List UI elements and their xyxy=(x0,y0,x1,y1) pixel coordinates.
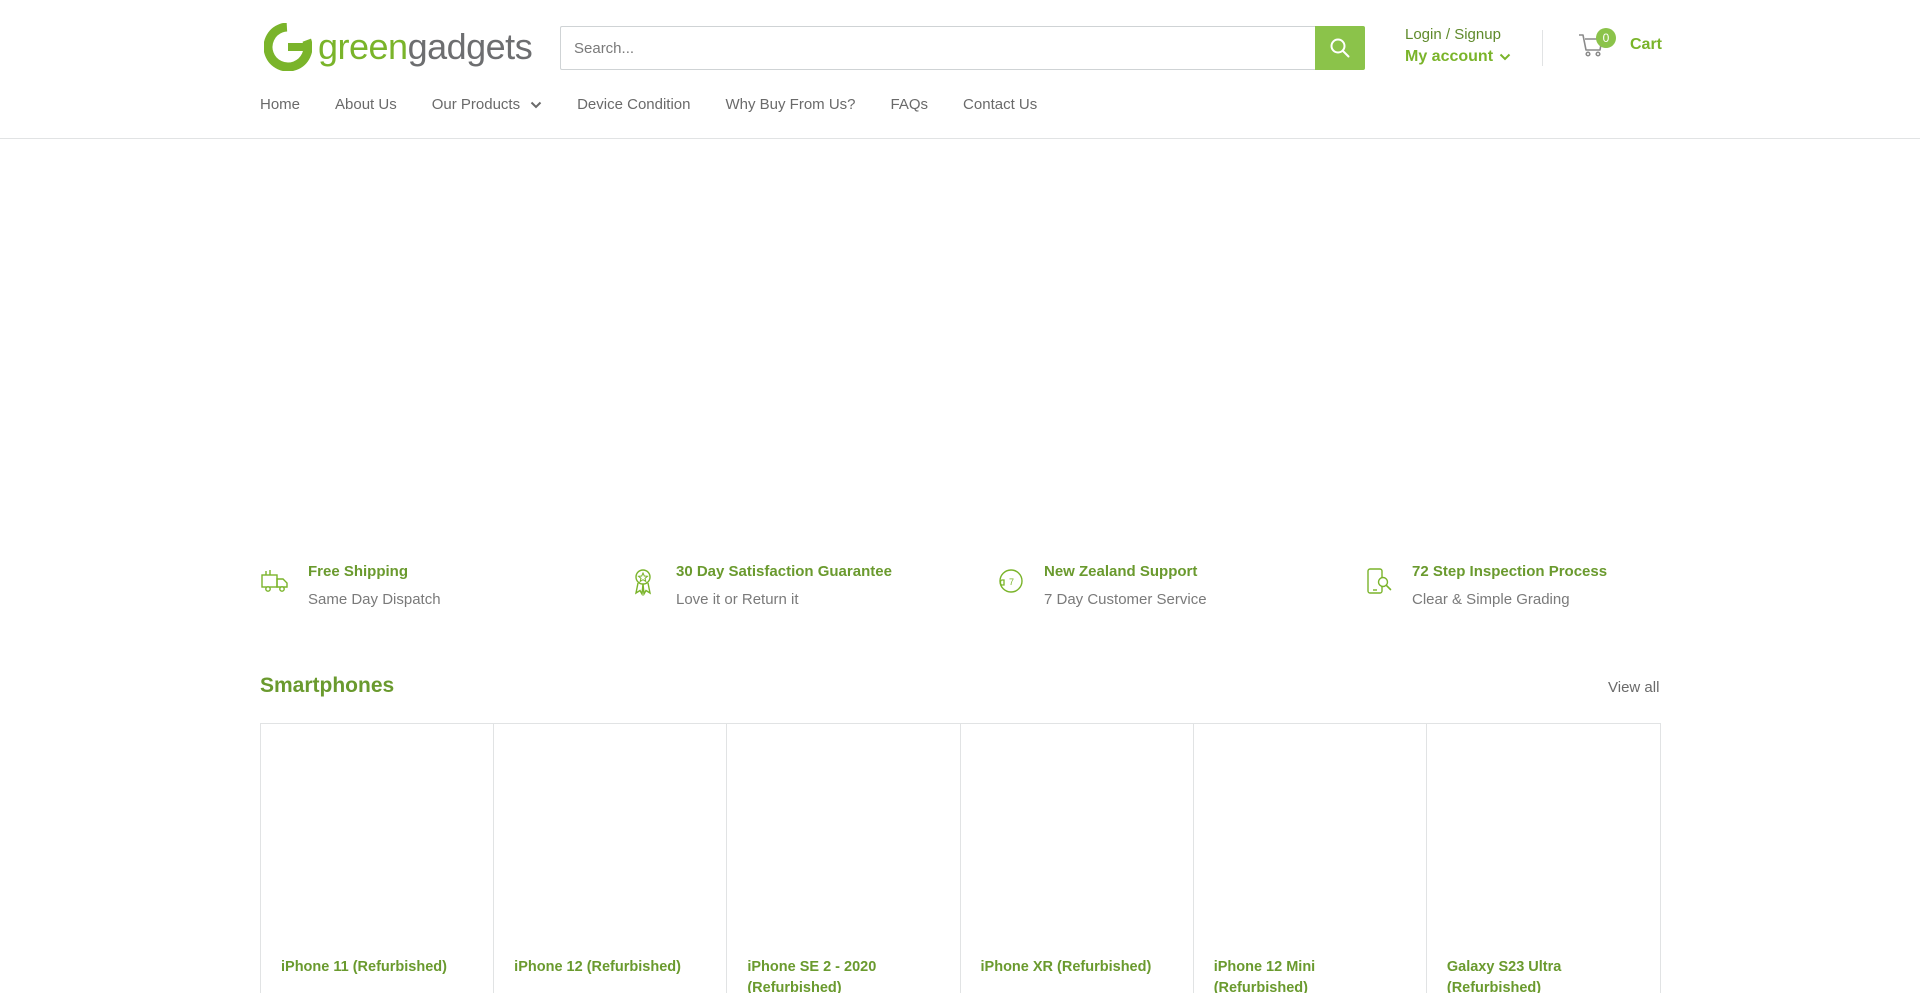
cart-link[interactable]: 0 Cart xyxy=(1578,28,1663,58)
account-menu: Login / Signup My account xyxy=(1405,26,1511,66)
product-card[interactable]: iPhone 12 Mini (Refurbished) xyxy=(1194,724,1427,993)
nav-item-why-buy[interactable]: Why Buy From Us? xyxy=(726,96,856,113)
feature-subtitle: Clear & Simple Grading xyxy=(1412,591,1570,608)
feature-subtitle: Love it or Return it xyxy=(676,591,799,608)
logo-text-green: green xyxy=(318,26,408,67)
product-card[interactable]: iPhone SE 2 - 2020 (Refurbished) xyxy=(727,724,961,993)
feature-title: Free Shipping xyxy=(308,563,409,580)
nav-item-our-products-label: Our Products xyxy=(431,96,521,113)
product-grid: iPhone 11 (Refurbished) iPhone 12 (Refur… xyxy=(260,723,1661,993)
nav-item-our-products[interactable]: Our Products xyxy=(432,96,542,113)
delivery-truck-icon xyxy=(261,570,288,592)
award-ribbon-icon xyxy=(634,569,652,596)
view-all-link[interactable]: View all xyxy=(1608,679,1659,696)
product-card[interactable]: iPhone 12 (Refurbished) xyxy=(494,724,728,993)
nav-item-contact-us[interactable]: Contact Us xyxy=(963,96,1037,113)
search-input[interactable] xyxy=(560,26,1316,70)
header-divider xyxy=(1542,30,1543,66)
feature-free-shipping: Free Shipping Same Day Dispatch xyxy=(260,558,600,618)
search-bar xyxy=(560,26,1365,70)
my-account-dropdown[interactable]: My account xyxy=(1405,48,1511,66)
product-title[interactable]: Galaxy S23 Ultra (Refurbished) xyxy=(1447,957,1646,993)
nav-item-about-us[interactable]: About Us xyxy=(335,96,397,113)
cart-label: Cart xyxy=(1630,36,1663,53)
site-logo[interactable]: greengadgets xyxy=(264,22,533,72)
support-phone-icon: 7 xyxy=(999,569,1023,593)
login-signup-link[interactable]: Login / Signup xyxy=(1405,26,1511,43)
search-button[interactable] xyxy=(1315,26,1365,70)
product-card[interactable]: iPhone XR (Refurbished) xyxy=(961,724,1194,993)
logo-mark-icon xyxy=(264,23,312,71)
nav-item-home[interactable]: Home xyxy=(260,96,300,113)
nav-item-device-condition[interactable]: Device Condition xyxy=(577,96,690,113)
product-title[interactable]: iPhone 12 Mini (Refurbished) xyxy=(1214,957,1412,993)
search-icon xyxy=(1330,38,1350,58)
feature-title: 30 Day Satisfaction Guarantee xyxy=(676,563,892,580)
cart-icon-wrapper: 0 xyxy=(1578,28,1616,58)
features-strip: Free Shipping Same Day Dispatch 30 Day S… xyxy=(260,558,1660,618)
feature-title: 72 Step Inspection Process xyxy=(1412,563,1608,580)
feature-nz-support: 7 New Zealand Support 7 Day Customer Ser… xyxy=(996,558,1336,618)
feature-subtitle: 7 Day Customer Service xyxy=(1044,591,1207,608)
chevron-down-icon xyxy=(530,101,542,108)
cart-count-badge: 0 xyxy=(1596,28,1616,48)
product-title[interactable]: iPhone 12 (Refurbished) xyxy=(514,957,712,978)
feature-inspection-process: 72 Step Inspection Process Clear & Simpl… xyxy=(1364,558,1704,618)
device-inspection-icon xyxy=(1367,568,1392,594)
feature-title: New Zealand Support xyxy=(1044,563,1198,580)
logo-text: greengadgets xyxy=(318,26,533,67)
product-title[interactable]: iPhone SE 2 - 2020 (Refurbished) xyxy=(747,957,945,993)
logo-text-gadgets: gadgets xyxy=(407,26,533,67)
section-title: Smartphones xyxy=(260,674,395,697)
main-nav: Home About Us Our Products Device Condit… xyxy=(260,96,1072,113)
product-card[interactable]: iPhone 11 (Refurbished) xyxy=(261,724,495,993)
feature-satisfaction-guarantee: 30 Day Satisfaction Guarantee Love it or… xyxy=(628,558,968,618)
product-card[interactable]: Galaxy S23 Ultra (Refurbished) xyxy=(1427,724,1660,993)
chevron-down-icon xyxy=(1499,53,1511,61)
svg-text:7: 7 xyxy=(1009,577,1014,587)
product-title[interactable]: iPhone 11 (Refurbished) xyxy=(281,957,479,978)
my-account-label: My account xyxy=(1405,48,1494,65)
site-header: greengadgets Login / Signup My account xyxy=(0,0,1920,139)
product-title[interactable]: iPhone XR (Refurbished) xyxy=(981,957,1179,978)
nav-item-faqs[interactable]: FAQs xyxy=(891,96,929,113)
feature-subtitle: Same Day Dispatch xyxy=(308,591,441,608)
